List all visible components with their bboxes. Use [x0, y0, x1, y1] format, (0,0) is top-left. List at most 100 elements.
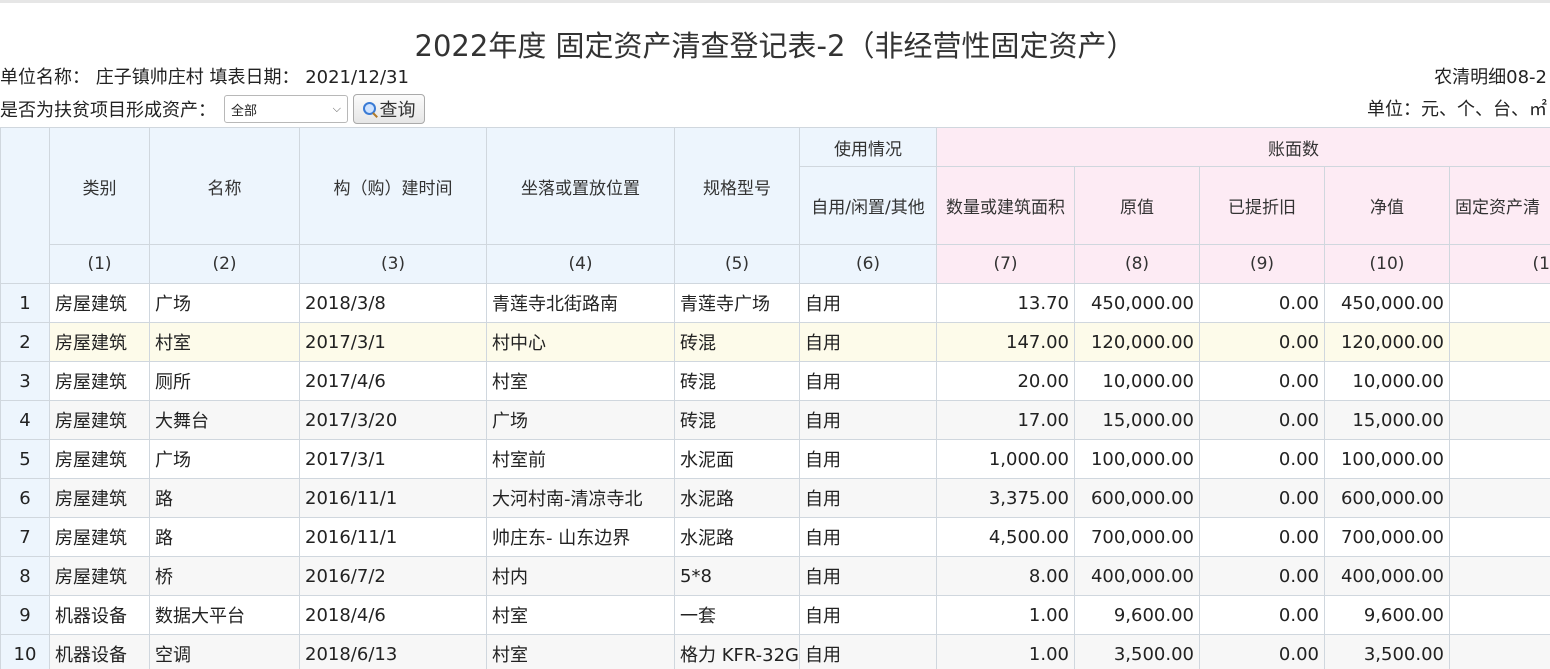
col-header-4[interactable]: 坐落或置放位置	[486, 127, 675, 245]
col-header-9[interactable]: 已提折旧	[1199, 166, 1325, 245]
cell-net-value[interactable]: 120,000.00	[1324, 322, 1450, 362]
cell-depreciation[interactable]: 0.00	[1199, 361, 1325, 401]
col-header-8[interactable]: 原值	[1074, 166, 1200, 245]
cell-location[interactable]: 村室	[486, 595, 675, 635]
cell-original-value[interactable]: 700,000.00	[1074, 517, 1200, 557]
cell-net-value[interactable]: 700,000.00	[1324, 517, 1450, 557]
cell-usage[interactable]: 自用	[799, 283, 937, 323]
cell-usage[interactable]: 自用	[799, 517, 937, 557]
cell-col11[interactable]: 0.	[1449, 517, 1550, 557]
cell-original-value[interactable]: 10,000.00	[1074, 361, 1200, 401]
cell-original-value[interactable]: 600,000.00	[1074, 478, 1200, 518]
cell-original-value[interactable]: 15,000.00	[1074, 400, 1200, 440]
table-row[interactable]: 7 房屋建筑路 2016/11/1 帅庄东- 山东边界 水泥路 自用 4,500.00 700…	[0, 517, 1550, 557]
cell-type[interactable]: 机器设备	[49, 595, 150, 635]
table-row[interactable]: 3 房屋建筑 厕所 2017/4/6 村室 砖混 自用 20.00 10,000.00 0.00 1…	[0, 361, 1550, 401]
cell-depreciation[interactable]: 0.00	[1199, 478, 1325, 518]
table-row[interactable]: 5 房屋建筑 广场 2017/3/1 村室前 水泥面 自用 1,000.00 100,000.0…	[0, 439, 1550, 479]
poverty-filter-select[interactable]: 全部 ⌵	[224, 95, 348, 123]
cell-usage[interactable]: 自用	[799, 361, 937, 401]
cell-usage[interactable]: 自用	[799, 322, 937, 362]
cell-spec[interactable]: 5*8	[674, 556, 800, 596]
cell-spec[interactable]: 青莲寺广场	[674, 283, 800, 323]
cell-depreciation[interactable]: 0.00	[1199, 439, 1325, 479]
cell-type[interactable]: 房屋建筑	[49, 400, 150, 440]
cell-depreciation[interactable]: 0.00	[1199, 595, 1325, 635]
cell-name[interactable]: 桥	[149, 556, 300, 596]
cell-quantity[interactable]: 20.00	[936, 361, 1075, 401]
table-row[interactable]: 6 房屋建筑路 2016/11/1 大河村南-清凉寺北 水泥路 自用 3,375.00 600…	[0, 478, 1550, 518]
cell-build-date[interactable]: 2018/6/13	[299, 634, 487, 669]
cell-spec[interactable]: 砖混	[674, 322, 800, 362]
col-header-1[interactable]: 类别	[49, 127, 150, 245]
cell-usage[interactable]: 自用	[799, 478, 937, 518]
cell-name[interactable]: 路	[149, 478, 300, 518]
cell-build-date[interactable]: 2017/3/20	[299, 400, 487, 440]
col-header-7[interactable]: 数量或建筑面积	[936, 166, 1075, 245]
cell-type[interactable]: 房屋建筑	[49, 478, 150, 518]
cell-location[interactable]: 青莲寺北街路南	[486, 283, 675, 323]
cell-col11[interactable]: 0.	[1449, 634, 1550, 669]
cell-quantity[interactable]: 3,375.00	[936, 478, 1075, 518]
cell-depreciation[interactable]: 0.00	[1199, 517, 1325, 557]
cell-name[interactable]: 路	[149, 517, 300, 557]
col-header-3[interactable]: 构（购）建时间	[299, 127, 487, 245]
cell-usage[interactable]: 自用	[799, 595, 937, 635]
cell-spec[interactable]: 格力 KFR-32GW	[674, 634, 800, 669]
cell-depreciation[interactable]: 0.00	[1199, 556, 1325, 596]
cell-col11[interactable]: 0.	[1449, 478, 1550, 518]
table-row[interactable]: 1 房屋建筑 广场 2018/3/8 青莲寺北街路南 青莲寺广场 自用 13.70 450,00…	[0, 283, 1550, 323]
cell-build-date[interactable]: 2018/3/8	[299, 283, 487, 323]
cell-name[interactable]: 数据大平台	[149, 595, 300, 635]
cell-depreciation[interactable]: 0.00	[1199, 634, 1325, 669]
col-header-10[interactable]: 净值	[1324, 166, 1450, 245]
cell-location[interactable]: 广场	[486, 400, 675, 440]
cell-location[interactable]: 村室	[486, 634, 675, 669]
table-row[interactable]: 2 房屋建筑 村室 2017/3/1 村中心 砖混 自用 147.00 120,000.00 0.…	[0, 322, 1550, 362]
table-row[interactable]: 10机器设备空调2018/6/13村室格力 KFR-32GW自用1.003,50…	[0, 634, 1550, 669]
table-row[interactable]: 9 机器设备 数据大平台 2018/4/6 村室 一套 自用 1.00 9,600.00 0.00…	[0, 595, 1550, 635]
cell-original-value[interactable]: 100,000.00	[1074, 439, 1200, 479]
cell-type[interactable]: 房屋建筑	[49, 556, 150, 596]
cell-net-value[interactable]: 450,000.00	[1324, 283, 1450, 323]
cell-col11[interactable]: 0.	[1449, 322, 1550, 362]
cell-col11[interactable]: 0.	[1449, 361, 1550, 401]
cell-build-date[interactable]: 2017/3/1	[299, 439, 487, 479]
col-header-2[interactable]: 名称	[149, 127, 300, 245]
cell-name[interactable]: 大舞台	[149, 400, 300, 440]
cell-type[interactable]: 房屋建筑	[49, 322, 150, 362]
cell-net-value[interactable]: 100,000.00	[1324, 439, 1450, 479]
cell-original-value[interactable]: 120,000.00	[1074, 322, 1200, 362]
cell-spec[interactable]: 水泥面	[674, 439, 800, 479]
table-row[interactable]: 8 房屋建筑桥 2016/7/2 村内 5*8 自用 8.00 400,000.00 0.00 4…	[0, 556, 1550, 596]
cell-quantity[interactable]: 1.00	[936, 595, 1075, 635]
cell-net-value[interactable]: 3,500.00	[1324, 634, 1450, 669]
cell-quantity[interactable]: 13.70	[936, 283, 1075, 323]
cell-quantity[interactable]: 4,500.00	[936, 517, 1075, 557]
cell-name[interactable]: 厕所	[149, 361, 300, 401]
cell-name[interactable]: 空调	[149, 634, 300, 669]
cell-type[interactable]: 房屋建筑	[49, 439, 150, 479]
cell-type[interactable]: 机器设备	[49, 634, 150, 669]
cell-build-date[interactable]: 2016/7/2	[299, 556, 487, 596]
cell-spec[interactable]: 水泥路	[674, 478, 800, 518]
cell-build-date[interactable]: 2017/3/1	[299, 322, 487, 362]
cell-net-value[interactable]: 9,600.00	[1324, 595, 1450, 635]
query-button[interactable]: 查询	[353, 94, 425, 124]
cell-usage[interactable]: 自用	[799, 400, 937, 440]
cell-location[interactable]: 大河村南-清凉寺北	[486, 478, 675, 518]
col-header-11[interactable]: 固定资产清	[1449, 166, 1550, 245]
cell-usage[interactable]: 自用	[799, 634, 937, 669]
cell-original-value[interactable]: 9,600.00	[1074, 595, 1200, 635]
cell-spec[interactable]: 一套	[674, 595, 800, 635]
cell-build-date[interactable]: 2018/4/6	[299, 595, 487, 635]
cell-location[interactable]: 村室	[486, 361, 675, 401]
cell-depreciation[interactable]: 0.00	[1199, 283, 1325, 323]
cell-location[interactable]: 村室前	[486, 439, 675, 479]
cell-col11[interactable]: 0.	[1449, 595, 1550, 635]
cell-name[interactable]: 广场	[149, 283, 300, 323]
cell-spec[interactable]: 砖混	[674, 400, 800, 440]
cell-col11[interactable]: 0.	[1449, 400, 1550, 440]
cell-original-value[interactable]: 3,500.00	[1074, 634, 1200, 669]
cell-build-date[interactable]: 2016/11/1	[299, 478, 487, 518]
